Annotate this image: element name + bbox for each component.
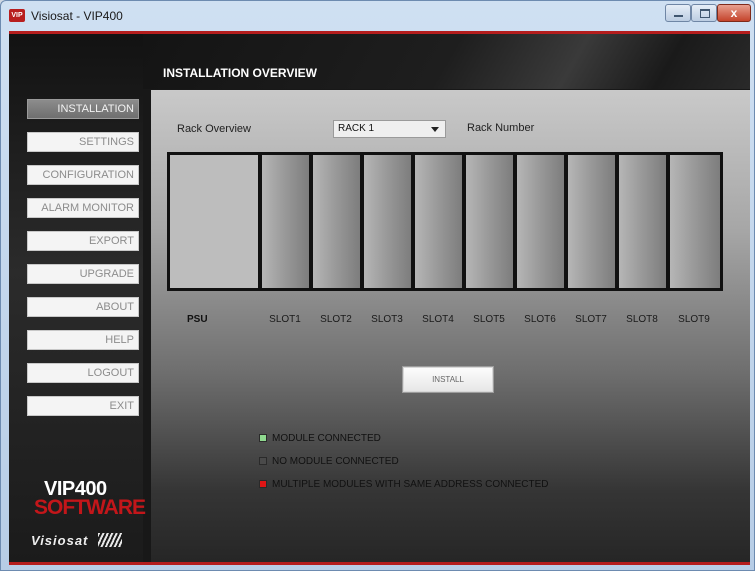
nav-about[interactable]: ABOUT	[27, 297, 139, 317]
logo-visiosat: Visiosat	[31, 533, 89, 548]
legend-label: NO MODULE CONNECTED	[272, 456, 399, 467]
main-panel: Rack Overview RACK 1 Rack Number PSU SLO…	[151, 90, 750, 562]
install-button[interactable]: INSTALL	[402, 366, 494, 393]
rack-frame	[167, 152, 723, 291]
slot-label: SLOT1	[269, 314, 301, 325]
maximize-button[interactable]	[691, 4, 717, 22]
slot-8[interactable]	[619, 155, 666, 288]
slot-label: SLOT3	[371, 314, 403, 325]
logo-software: SOFTWARE	[34, 496, 146, 519]
psu-slot[interactable]	[170, 155, 258, 288]
slot-4[interactable]	[415, 155, 462, 288]
rack-select-value: RACK 1	[338, 123, 375, 134]
page-title: INSTALLATION OVERVIEW	[163, 66, 318, 80]
nav-alarm-monitor[interactable]: ALARM MONITOR	[27, 198, 139, 218]
app-window: VIP Visiosat - VIP400 x INSTALLATION SET…	[0, 0, 755, 571]
slot-label: SLOT8	[626, 314, 658, 325]
slot-label: SLOT9	[678, 314, 710, 325]
red-square-icon	[259, 480, 267, 488]
rack-overview-label: Rack Overview	[177, 123, 251, 135]
sidebar: INSTALLATION SETTINGS CONFIGURATION ALAR…	[9, 34, 146, 562]
header-bar: INSTALLATION OVERVIEW	[143, 34, 750, 89]
nav-exit[interactable]: EXIT	[27, 396, 139, 416]
close-button[interactable]: x	[717, 4, 751, 22]
nav-help[interactable]: HELP	[27, 330, 139, 350]
bottom-accent-line	[9, 562, 750, 565]
window-title: Visiosat - VIP400	[31, 9, 123, 23]
slot-5[interactable]	[466, 155, 513, 288]
rack-number-label: Rack Number	[467, 122, 535, 134]
slot-1[interactable]	[262, 155, 309, 288]
slot-9[interactable]	[670, 155, 720, 288]
slot-7[interactable]	[568, 155, 615, 288]
slot-6[interactable]	[517, 155, 564, 288]
app-client-area: INSTALLATION SETTINGS CONFIGURATION ALAR…	[9, 31, 750, 565]
close-icon: x	[730, 6, 738, 20]
nav-export[interactable]: EXPORT	[27, 231, 139, 251]
green-square-icon	[259, 434, 267, 442]
slot-label: SLOT2	[320, 314, 352, 325]
gray-square-icon	[259, 457, 267, 465]
slot-label: SLOT7	[575, 314, 607, 325]
slot-3[interactable]	[364, 155, 411, 288]
slot-label: SLOT6	[524, 314, 556, 325]
visiosat-stripes-icon	[98, 533, 122, 547]
nav-logout[interactable]: LOGOUT	[27, 363, 139, 383]
rack-select[interactable]: RACK 1	[333, 120, 446, 138]
slot-label: SLOT4	[422, 314, 454, 325]
legend-label: MULTIPLE MODULES WITH SAME ADDRESS CONNE…	[272, 479, 549, 490]
minimize-button[interactable]	[665, 4, 691, 22]
psu-label: PSU	[187, 314, 208, 325]
legend-label: MODULE CONNECTED	[272, 433, 381, 444]
nav-installation[interactable]: INSTALLATION	[27, 99, 139, 119]
title-bar[interactable]: VIP Visiosat - VIP400 x	[1, 1, 754, 31]
nav-upgrade[interactable]: UPGRADE	[27, 264, 139, 284]
slot-2[interactable]	[313, 155, 360, 288]
nav-settings[interactable]: SETTINGS	[27, 132, 139, 152]
app-icon: VIP	[9, 9, 25, 22]
slot-label: SLOT5	[473, 314, 505, 325]
dropdown-arrow-icon	[431, 127, 439, 132]
nav-configuration[interactable]: CONFIGURATION	[27, 165, 139, 185]
